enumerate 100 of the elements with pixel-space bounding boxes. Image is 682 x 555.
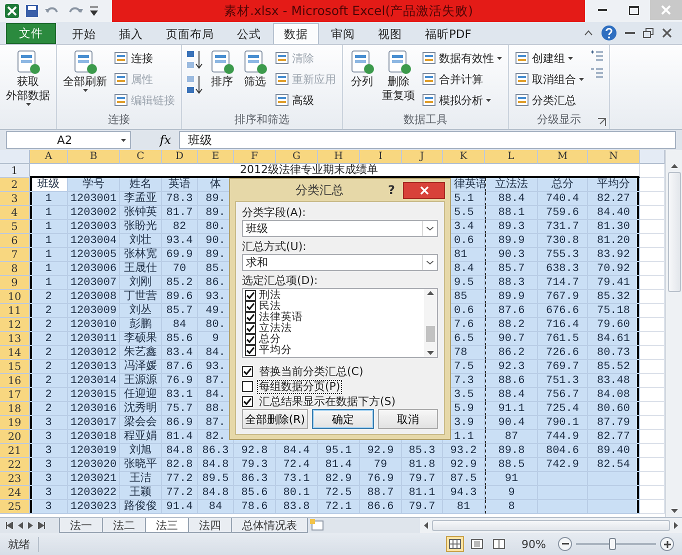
- ribbon-tab[interactable]: 视图: [367, 23, 413, 44]
- first-sheet-icon[interactable]: [6, 522, 13, 529]
- dropdown-field[interactable]: 求和: [242, 254, 438, 271]
- column-header[interactable]: F: [234, 150, 276, 164]
- ribbon-tab[interactable]: 审阅: [320, 23, 366, 44]
- checkbox[interactable]: [242, 366, 253, 377]
- ribbon-tab[interactable]: 公式: [226, 23, 272, 44]
- normal-view-button[interactable]: [446, 536, 464, 552]
- zoom-out-button[interactable]: [558, 537, 572, 551]
- close-icon[interactable]: [662, 28, 672, 38]
- column-header[interactable]: M: [538, 150, 588, 164]
- checkbox[interactable]: [245, 290, 256, 301]
- sheet-tab[interactable]: 法四: [188, 518, 232, 533]
- checkbox[interactable]: [245, 345, 256, 356]
- sheet-tab[interactable]: 法二: [102, 518, 146, 533]
- ribbon-button[interactable]: 高级: [273, 90, 338, 110]
- row-header[interactable]: 22: [0, 458, 30, 472]
- ribbon-tab[interactable]: 页面布局: [155, 23, 225, 44]
- list-item[interactable]: 民法: [259, 301, 281, 312]
- next-sheet-icon[interactable]: [28, 522, 33, 529]
- ribbon-button[interactable]: 分类汇总: [513, 90, 586, 110]
- column-header[interactable]: H: [318, 150, 360, 164]
- ribbon-button[interactable]: 删除 重复项: [380, 48, 417, 104]
- row-header[interactable]: 15: [0, 360, 30, 374]
- save-icon[interactable]: [25, 4, 39, 18]
- ribbon-tab[interactable]: 开始: [61, 23, 107, 44]
- last-sheet-icon[interactable]: [38, 522, 45, 529]
- row-header[interactable]: 19: [0, 416, 30, 430]
- column-header[interactable]: L: [485, 150, 538, 164]
- ribbon-button[interactable]: 连接: [112, 48, 177, 68]
- row-header[interactable]: 7: [0, 248, 30, 262]
- dropdown-field[interactable]: 班级: [242, 220, 438, 237]
- ribbon-tab[interactable]: 插入: [108, 23, 154, 44]
- column-header[interactable]: B: [68, 150, 120, 164]
- formula-field[interactable]: 班级: [179, 131, 676, 149]
- checkbox-label[interactable]: 汇总结果显示在数据下方(S): [257, 394, 398, 408]
- row-header[interactable]: 11: [0, 304, 30, 318]
- list-item[interactable]: 法律英语: [259, 312, 303, 323]
- restore-icon[interactable]: [643, 28, 654, 38]
- scroll-thumb[interactable]: [426, 326, 435, 342]
- row-header[interactable]: 6: [0, 234, 30, 248]
- dialog-button[interactable]: 全部删除(R): [242, 409, 308, 429]
- ribbon-tab[interactable]: 数据: [273, 23, 319, 44]
- column-header[interactable]: E: [198, 150, 234, 164]
- row-header[interactable]: 5: [0, 220, 30, 234]
- zoom-slider[interactable]: [609, 538, 616, 550]
- list-item[interactable]: 平均分: [259, 345, 292, 356]
- row-header[interactable]: 14: [0, 346, 30, 360]
- column-header[interactable]: D: [162, 150, 198, 164]
- row-header[interactable]: 13: [0, 332, 30, 346]
- row-header[interactable]: 12: [0, 318, 30, 332]
- sheet-tab[interactable]: 总体情况表: [231, 518, 308, 533]
- ribbon-button[interactable]: 排序: [207, 48, 237, 90]
- name-box[interactable]: A2: [6, 131, 131, 149]
- dialog-launcher-icon[interactable]: [598, 118, 606, 126]
- checkbox-label[interactable]: 每组数据分页(P): [257, 380, 342, 394]
- ribbon-button[interactable]: 取消组合: [513, 69, 586, 89]
- scroll-thumb[interactable]: [432, 520, 670, 531]
- vertical-scrollbar[interactable]: [665, 150, 682, 517]
- checkbox[interactable]: [242, 396, 253, 407]
- ribbon-tab[interactable]: 福昕PDF: [414, 23, 482, 44]
- list-item[interactable]: 总分: [259, 334, 281, 345]
- insert-function-button[interactable]: fx: [135, 131, 175, 149]
- zoom-in-button[interactable]: [660, 537, 674, 551]
- ribbon-button[interactable]: 分列: [347, 48, 377, 90]
- file-tab[interactable]: 文件: [6, 23, 56, 44]
- row-header[interactable]: 10: [0, 290, 30, 304]
- row-header[interactable]: 4: [0, 206, 30, 220]
- ribbon-button[interactable]: 获取 外部数据: [4, 48, 52, 107]
- column-header[interactable]: K: [443, 150, 485, 164]
- column-header[interactable]: N: [588, 150, 640, 164]
- checkbox[interactable]: [245, 323, 256, 334]
- checkbox[interactable]: [245, 301, 256, 312]
- row-header[interactable]: 20: [0, 430, 30, 444]
- ribbon-button[interactable]: 全部刷新: [61, 48, 109, 93]
- checkbox[interactable]: [242, 381, 253, 392]
- column-header[interactable]: G: [276, 150, 318, 164]
- ribbon-button[interactable]: 数据有效性: [420, 48, 504, 68]
- minimize-icon[interactable]: [625, 31, 635, 35]
- scrollbar[interactable]: [424, 289, 437, 357]
- sheet-tab[interactable]: 法三: [145, 518, 189, 533]
- dialog-button[interactable]: 确定: [312, 409, 374, 429]
- help-button[interactable]: ?: [380, 183, 403, 197]
- close-button[interactable]: [403, 182, 445, 198]
- help-icon[interactable]: [601, 25, 617, 41]
- row-header[interactable]: 9: [0, 276, 30, 290]
- row-header[interactable]: 23: [0, 472, 30, 486]
- scroll-thumb[interactable]: [668, 172, 680, 292]
- row-header[interactable]: 8: [0, 262, 30, 276]
- sheet-tab[interactable]: 法一: [59, 518, 103, 533]
- horizontal-scrollbar[interactable]: [420, 518, 682, 533]
- ribbon-button[interactable]: 创建组: [513, 48, 586, 68]
- row-header[interactable]: 3: [0, 192, 30, 206]
- column-header[interactable]: A: [30, 150, 68, 164]
- list-item[interactable]: 刑法: [259, 290, 281, 301]
- ribbon-button[interactable]: 合并计算: [420, 69, 504, 89]
- checkbox[interactable]: [245, 312, 256, 323]
- customize-icon[interactable]: [90, 6, 98, 16]
- row-header[interactable]: 18: [0, 402, 30, 416]
- row-header[interactable]: 25: [0, 500, 30, 514]
